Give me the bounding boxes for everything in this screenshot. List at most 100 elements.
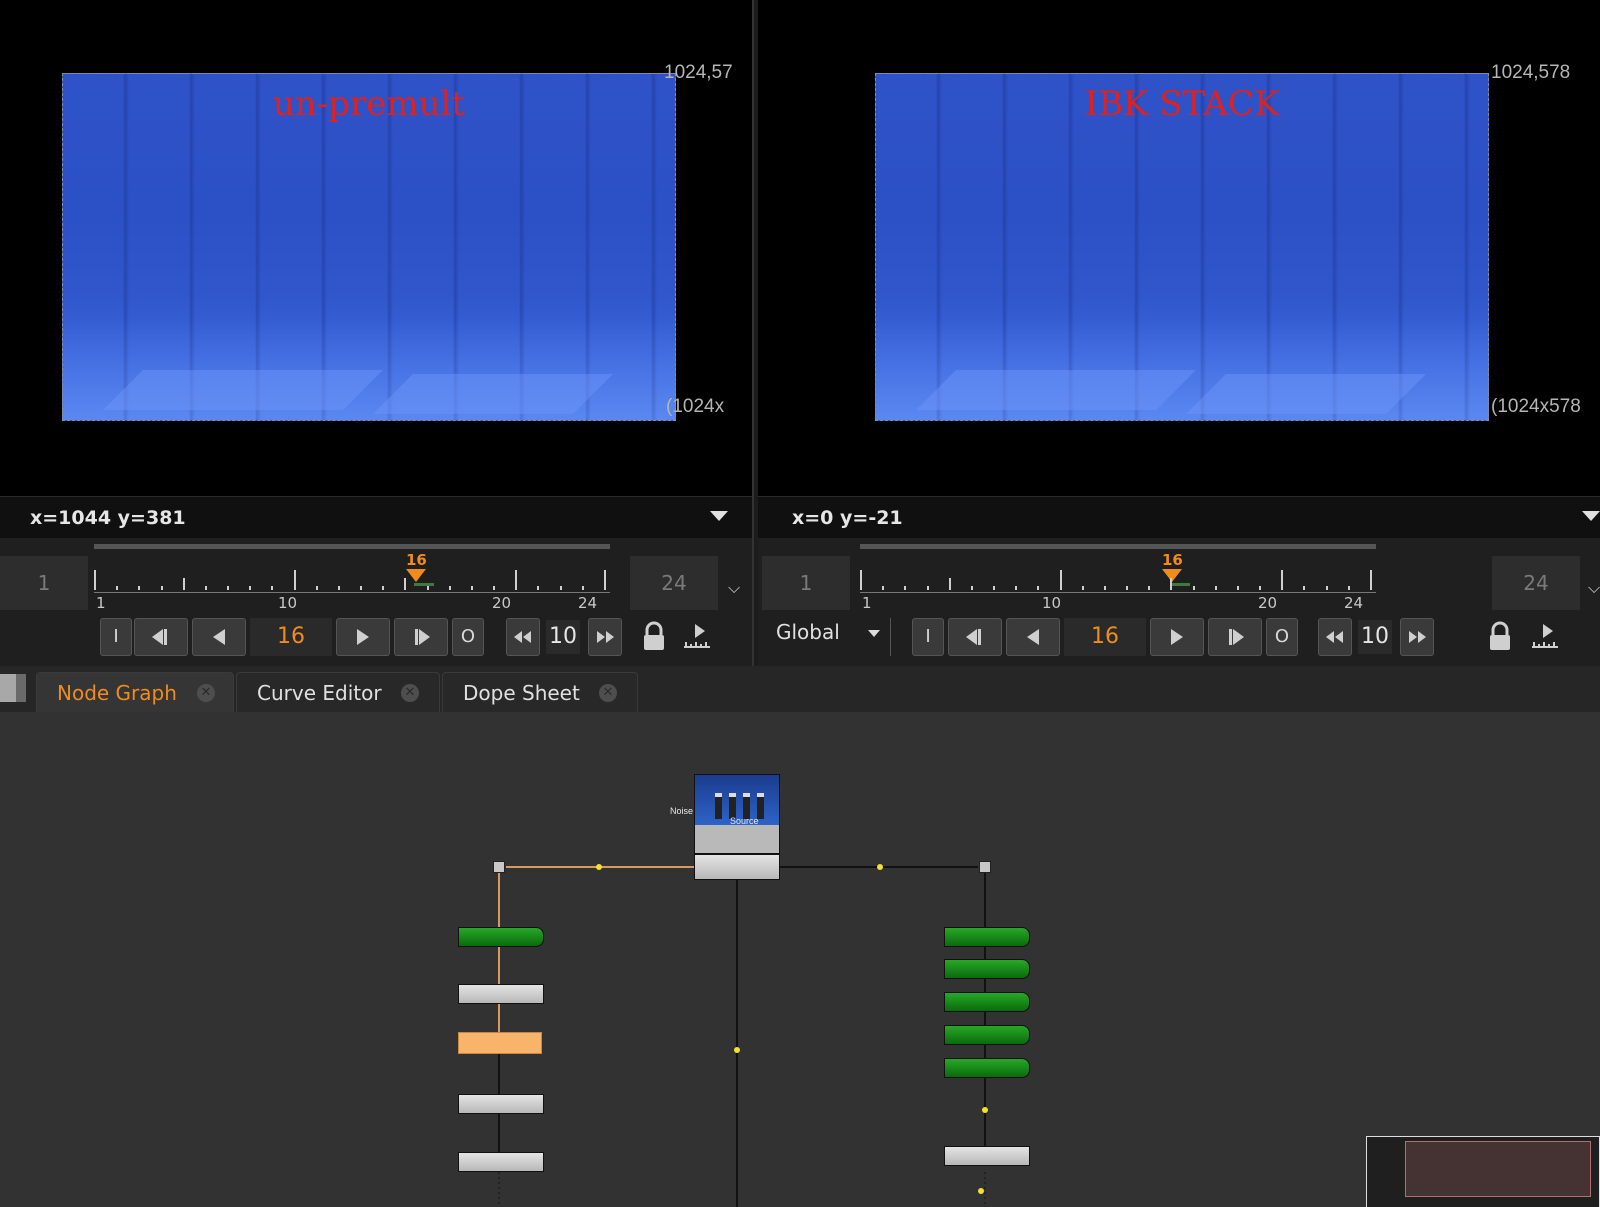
- current-frame-label: 16: [1162, 551, 1183, 569]
- viewer-canvas[interactable]: un-premult 1024,57 (1024x: [0, 0, 752, 494]
- timeline-tick: [948, 578, 951, 590]
- timeline-tick: [1192, 586, 1195, 590]
- viewer-menu-arrow-icon[interactable]: [1582, 511, 1600, 521]
- set-out-point-button[interactable]: O: [452, 618, 484, 656]
- prev-keyframe-button[interactable]: [948, 618, 1002, 656]
- viewer-left[interactable]: un-premult 1024,57 (1024x x=1044 y=381 1…: [0, 0, 752, 666]
- viewer-right[interactable]: IBK STACK 1024,578 (1024x578 x=0 y=-21 1…: [758, 0, 1600, 666]
- node[interactable]: [458, 1152, 544, 1172]
- node[interactable]: [458, 984, 544, 1004]
- play-forward-icon: [1171, 629, 1183, 645]
- lock-icon: [644, 621, 664, 650]
- timeline-tick: [1103, 586, 1106, 590]
- timeline-tick: [559, 586, 562, 590]
- close-icon[interactable]: ✕: [401, 684, 419, 702]
- step-back-button[interactable]: [506, 618, 540, 656]
- timeline-start-frame[interactable]: 1: [0, 556, 88, 610]
- prev-keyframe-icon: [152, 629, 167, 645]
- pipe-dot[interactable]: [877, 864, 883, 870]
- global-dropdown[interactable]: Global: [776, 620, 840, 644]
- frame-range-button[interactable]: [1526, 618, 1562, 656]
- timeline[interactable]: 1 16 1 10 20 24 24 ⌵: [758, 538, 1600, 612]
- pipe-dot[interactable]: [978, 1188, 984, 1194]
- timeline-start-frame[interactable]: 1: [762, 556, 850, 610]
- node[interactable]: [944, 1146, 1030, 1166]
- image-title: IBK STACK: [1084, 84, 1280, 124]
- step-increment-field[interactable]: 10: [1358, 620, 1392, 654]
- playhead-marker-icon[interactable]: [406, 569, 426, 582]
- current-frame-field[interactable]: 16: [1064, 618, 1146, 656]
- coord-bar: x=0 y=-21: [758, 496, 1600, 538]
- timeline-tick: [515, 570, 518, 590]
- timeline-tick: [860, 570, 862, 590]
- timeline[interactable]: 1 16 1 10 20 24 24 ⌵: [0, 538, 752, 612]
- timeline-tick: [993, 586, 996, 590]
- ibk-colour-node[interactable]: [944, 992, 1030, 1012]
- step-increment-field[interactable]: 10: [546, 620, 580, 654]
- timeline-end-frame[interactable]: 24: [630, 556, 718, 610]
- play-backward-button[interactable]: [1006, 618, 1060, 656]
- chevron-down-icon[interactable]: [868, 630, 880, 637]
- step-forward-button[interactable]: [588, 618, 622, 656]
- prev-keyframe-button[interactable]: [134, 618, 188, 656]
- current-frame-field[interactable]: 16: [250, 618, 332, 656]
- next-keyframe-icon: [1229, 629, 1244, 645]
- timeline-range-bar[interactable]: [94, 544, 610, 549]
- close-icon[interactable]: ✕: [599, 684, 617, 702]
- prev-keyframe-icon: [966, 629, 981, 645]
- timeline-ruler[interactable]: 16 1 10 20 24: [860, 544, 1376, 612]
- set-in-point-button[interactable]: I: [912, 618, 944, 656]
- viewer-menu-arrow-icon[interactable]: [710, 511, 728, 521]
- timeline-range-bar[interactable]: [860, 544, 1376, 549]
- timeline-tick: [337, 586, 340, 590]
- ibk-colour-node[interactable]: [944, 927, 1030, 947]
- set-out-point-button[interactable]: O: [1266, 618, 1298, 656]
- dot-node[interactable]: [493, 861, 505, 873]
- timeline-tick: [1370, 570, 1372, 590]
- tab-curve-editor[interactable]: Curve Editor ✕: [236, 672, 440, 712]
- tab-dope-sheet[interactable]: Dope Sheet ✕: [442, 672, 638, 712]
- node-graph-canvas[interactable]: Noise Source: [0, 712, 1600, 1207]
- next-keyframe-button[interactable]: [1208, 618, 1262, 656]
- double-chevron-down-icon[interactable]: ⌵: [1588, 578, 1600, 598]
- double-chevron-down-icon[interactable]: ⌵: [728, 578, 740, 598]
- tab-node-graph[interactable]: Node Graph ✕: [36, 672, 234, 712]
- timeline-tick: [1148, 586, 1151, 590]
- timeline-tick: [1281, 570, 1284, 590]
- pixel-coords: x=1044 y=381: [30, 507, 186, 529]
- playhead-cache-indicator: [414, 583, 434, 586]
- step-back-button[interactable]: [1318, 618, 1352, 656]
- play-forward-button[interactable]: [1150, 618, 1204, 656]
- unpremult-node[interactable]: [458, 1032, 542, 1054]
- ibk-colour-node[interactable]: [944, 959, 1030, 979]
- timeline-tick: [604, 570, 606, 590]
- timeline-ruler[interactable]: 16 1 10 20 24: [94, 544, 610, 612]
- ibk-colour-node[interactable]: [944, 1025, 1030, 1045]
- frame-range-button[interactable]: [678, 618, 714, 656]
- pipe-dot[interactable]: [596, 864, 602, 870]
- playback-controls: I 16 O 10: [0, 610, 752, 666]
- play-backward-button[interactable]: [192, 618, 246, 656]
- viewer-canvas[interactable]: IBK STACK 1024,578 (1024x578: [758, 0, 1600, 494]
- lock-button[interactable]: [636, 618, 672, 656]
- minimap-viewport[interactable]: [1405, 1141, 1591, 1197]
- ibk-gizmo-node[interactable]: [694, 854, 780, 880]
- dot-node[interactable]: [979, 861, 991, 873]
- timeline-end-frame[interactable]: 24: [1492, 556, 1580, 610]
- set-in-point-button[interactable]: I: [100, 618, 132, 656]
- ibk-colour-node[interactable]: [458, 927, 544, 947]
- panel-menu-icon[interactable]: [0, 674, 26, 702]
- next-keyframe-button[interactable]: [394, 618, 448, 656]
- timeline-tick: [1037, 586, 1040, 590]
- pipe-dot[interactable]: [982, 1107, 988, 1113]
- pipe-dot[interactable]: [734, 1047, 740, 1053]
- ibk-colour-node[interactable]: [944, 1058, 1030, 1078]
- read-node[interactable]: [694, 774, 780, 854]
- lock-button[interactable]: [1482, 618, 1518, 656]
- node[interactable]: [458, 1094, 544, 1114]
- timeline-tick: [1081, 586, 1084, 590]
- graph-minimap[interactable]: [1366, 1136, 1600, 1207]
- close-icon[interactable]: ✕: [197, 684, 215, 702]
- play-forward-button[interactable]: [336, 618, 390, 656]
- step-forward-button[interactable]: [1400, 618, 1434, 656]
